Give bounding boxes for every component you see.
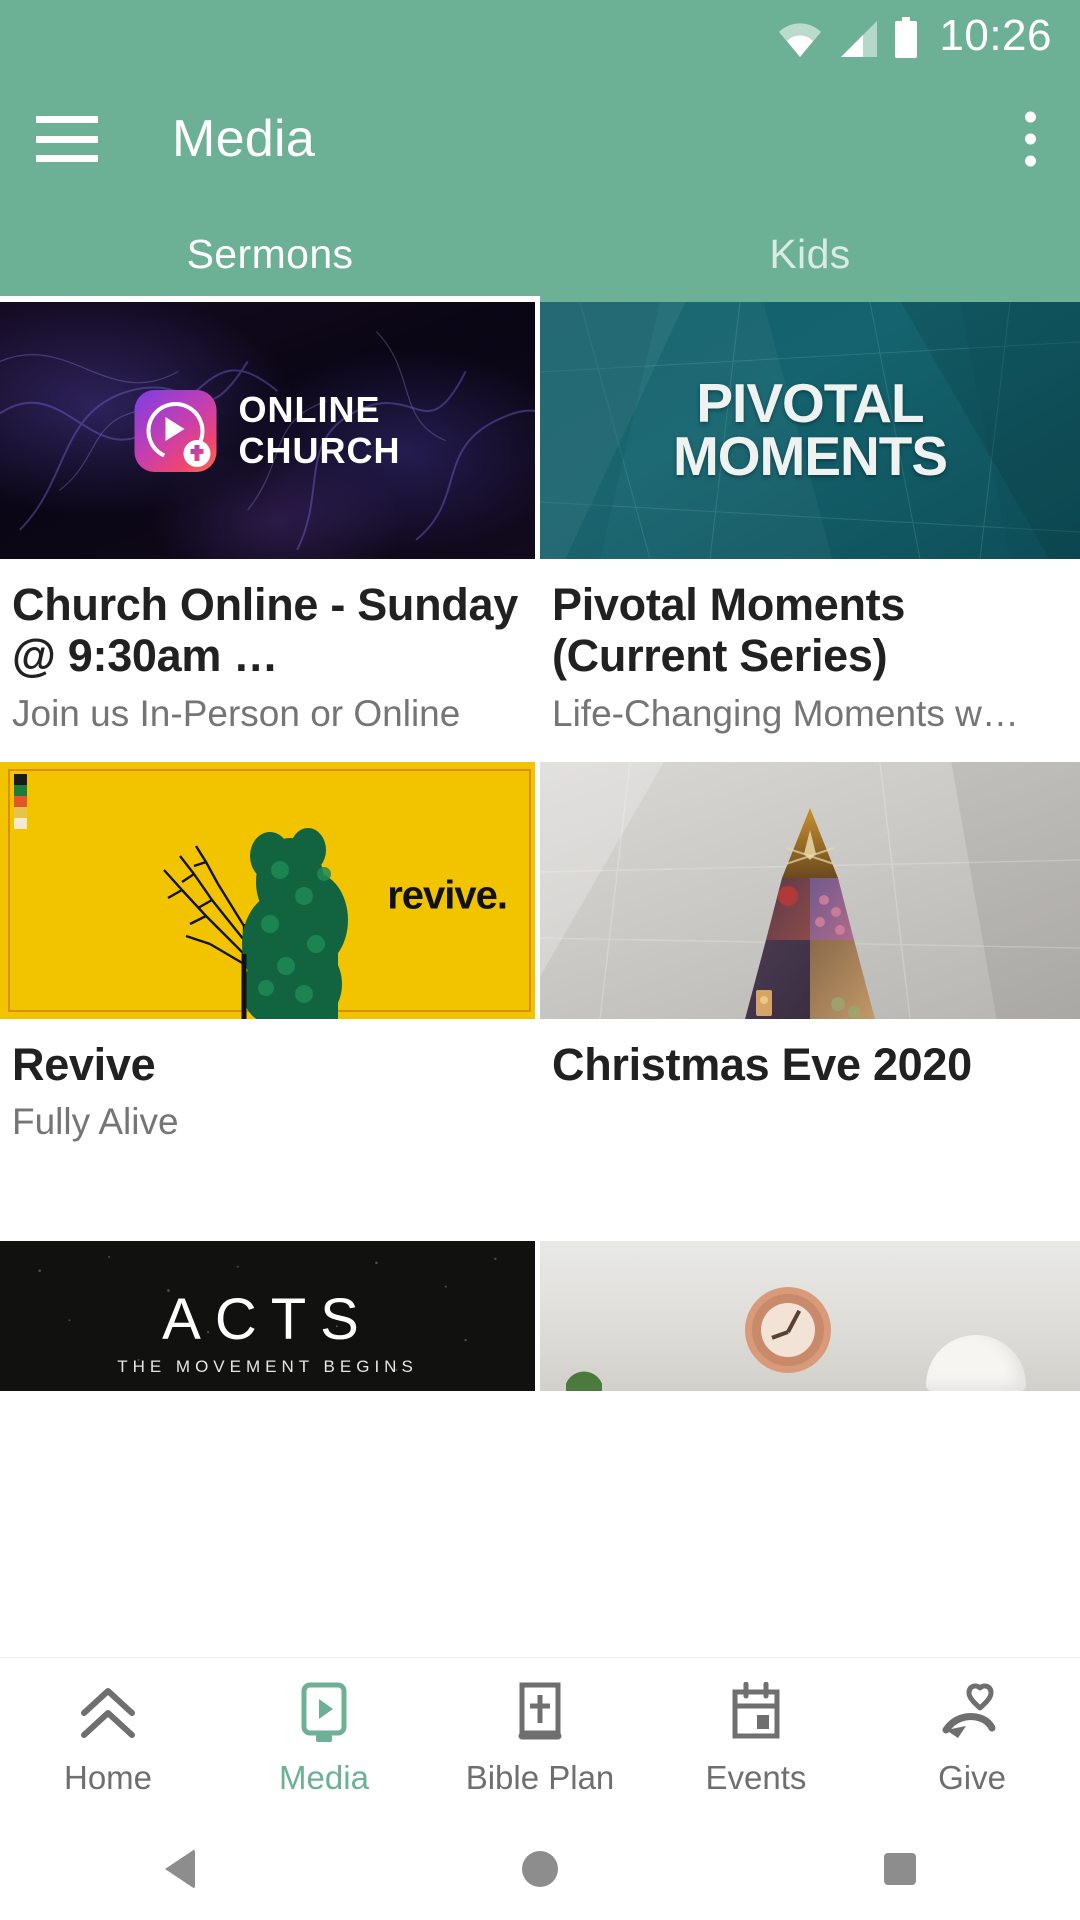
nav-item-home[interactable]: Home [0, 1681, 216, 1794]
nav-label-events: Events [705, 1759, 807, 1796]
media-grid[interactable]: ONLINE CHURCH Church Online - Sunday @ 9… [0, 302, 1080, 1757]
card-title: Pivotal Moments (Current Series) [552, 579, 906, 682]
nav-item-give[interactable]: Give [864, 1681, 1080, 1794]
card-meta: Revive Fully Alive [0, 1019, 540, 1145]
nav-label-home: Home [63, 1759, 153, 1796]
status-bar-clock: 10:26 [939, 11, 1052, 60]
thumbnail-acts[interactable]: ACTS THE MOVEMENT BEGINS [0, 1240, 540, 1391]
kebab-menu-icon[interactable] [1025, 111, 1036, 167]
play-cross-badge-icon [134, 389, 217, 472]
tab-kids[interactable]: Kids [540, 206, 1080, 302]
plant-icon [566, 1360, 602, 1391]
card-subtitle: Join us In-Person or Online [12, 692, 461, 734]
hamburger-menu-icon[interactable] [36, 116, 98, 162]
battery-icon [893, 17, 919, 59]
double-chevron-up-icon [76, 1681, 140, 1747]
acts-wordmark: ACTS [162, 1286, 373, 1352]
cellular-signal-icon [837, 19, 879, 59]
media-card-pivotal-moments[interactable]: PIVOTAL MOMENTS Pivotal Moments (Current… [540, 302, 1080, 736]
wifi-icon [777, 19, 823, 59]
media-card-acts[interactable]: ACTS THE MOVEMENT BEGINS [0, 1240, 540, 1391]
nav-item-media[interactable]: Media [216, 1681, 432, 1794]
bible-book-cross-icon [512, 1681, 568, 1747]
row-spacer [0, 736, 1080, 762]
square-recents-icon [884, 1852, 916, 1885]
android-home-button[interactable] [360, 1850, 720, 1887]
media-card-revive[interactable]: revive. Revive Fully Alive [0, 761, 540, 1145]
wall-clock-icon [745, 1286, 832, 1373]
thumbnail-revive[interactable]: revive. [0, 761, 540, 1019]
lamp-icon [916, 1317, 1036, 1391]
nav-item-bible-plan[interactable]: Bible Plan [432, 1681, 648, 1794]
card-meta: Pivotal Moments (Current Series) Life-Ch… [540, 559, 1080, 736]
hand-heart-icon [940, 1681, 1004, 1747]
tab-sermons[interactable]: Sermons [0, 206, 540, 302]
status-bar-icons [777, 13, 919, 59]
online-church-wordmark: ONLINE CHURCH [238, 389, 401, 471]
tab-bar: Sermons Kids [0, 206, 1080, 302]
media-row-1: ONLINE CHURCH Church Online - Sunday @ 9… [0, 302, 1080, 736]
online-church-line-1: ONLINE [238, 389, 381, 431]
acts-logo: ACTS THE MOVEMENT BEGINS [0, 1286, 535, 1377]
tab-sermons-label: Sermons [186, 230, 354, 277]
card-meta: Church Online - Sunday @ 9:30am … Join u… [0, 559, 540, 736]
thumbnail-pivotal-moments[interactable]: PIVOTAL MOMENTS [540, 302, 1080, 559]
status-bar: 10:26 [0, 0, 1080, 72]
bottom-navigation-bar: Home Media Bible Plan Events Give [0, 1657, 1080, 1817]
revive-wordmark: revive. [387, 873, 508, 918]
android-back-button[interactable] [0, 1848, 360, 1889]
cross-icon [183, 439, 211, 467]
pivotal-moments-wordmark: PIVOTAL MOMENTS [540, 371, 1080, 488]
card-title: Christmas Eve 2020 [552, 1038, 972, 1090]
media-card-church-online[interactable]: ONLINE CHURCH Church Online - Sunday @ 9… [0, 302, 540, 736]
triangle-back-icon [165, 1848, 195, 1889]
pivotal-line-2: MOMENTS [672, 425, 948, 488]
color-swatch-strip [14, 773, 27, 829]
media-card-clock-room[interactable] [540, 1240, 1080, 1391]
card-subtitle: Life-Changing Moments w… [552, 692, 1019, 734]
card-meta: Christmas Eve 2020 [540, 1019, 1080, 1100]
media-row-2: revive. Revive Fully Alive Christmas Eve… [0, 761, 1080, 1145]
online-church-line-2: CHURCH [238, 429, 401, 471]
tab-kids-label: Kids [769, 230, 851, 277]
calendar-icon [727, 1681, 785, 1747]
nav-label-give: Give [938, 1759, 1006, 1796]
collage-tree-icon [745, 807, 875, 1019]
tree-illustration [162, 827, 348, 1019]
media-card-christmas-eve[interactable]: Christmas Eve 2020 [540, 761, 1080, 1145]
app-bar: Media [0, 72, 1080, 206]
row-spacer [0, 1145, 1080, 1241]
page-title: Media [172, 110, 316, 168]
card-title: Church Online - Sunday @ 9:30am … [12, 579, 518, 682]
media-row-3: ACTS THE MOVEMENT BEGINS [0, 1240, 1080, 1391]
thumbnail-clock-room[interactable] [540, 1240, 1080, 1391]
thumbnail-online-church[interactable]: ONLINE CHURCH [0, 302, 540, 559]
tablet-play-icon [294, 1681, 354, 1747]
circle-home-icon [522, 1850, 558, 1887]
nav-label-bible-plan: Bible Plan [465, 1759, 615, 1796]
online-church-logo: ONLINE CHURCH [0, 389, 535, 472]
nav-label-media: Media [279, 1759, 369, 1796]
android-navigation-bar [0, 1817, 1080, 1920]
acts-tagline: THE MOVEMENT BEGINS [117, 1356, 418, 1376]
pivotal-line-1: PIVOTAL [696, 371, 924, 434]
android-recents-button[interactable] [720, 1852, 1080, 1885]
card-title: Revive [12, 1038, 156, 1090]
thumbnail-christmas-eve[interactable] [540, 761, 1080, 1019]
card-subtitle: Fully Alive [12, 1101, 179, 1143]
nav-item-events[interactable]: Events [648, 1681, 864, 1794]
